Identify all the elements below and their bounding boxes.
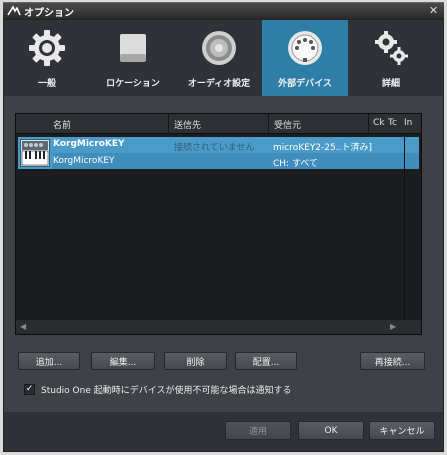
- tab-advanced[interactable]: 詳細: [348, 20, 434, 96]
- keyboard-icon: [20, 139, 50, 167]
- speaker-icon: [197, 26, 241, 70]
- device-model: KorgMicroKEY: [53, 156, 115, 166]
- dialog-footer: 適用 OK キャンセル: [4, 412, 443, 451]
- device-receive-channel: CH: すべて: [273, 159, 318, 169]
- midi-port-icon: [283, 26, 327, 70]
- notify-checkbox-label[interactable]: Studio One 起動時にデバイスが使用不可能な場合は通知する: [41, 383, 291, 396]
- gears-icon: [369, 26, 413, 70]
- placement-button[interactable]: 配置...: [235, 352, 297, 370]
- panel-gap: [4, 96, 443, 112]
- add-button[interactable]: 追加...: [18, 352, 80, 370]
- device-send-port: 接続されていません: [174, 143, 255, 153]
- tab-audio-setup-label: オーディオ設定: [187, 79, 251, 89]
- column-divider[interactable]: [168, 114, 169, 134]
- device-table: 名前 送信先 受信元 Ck Tc In KorgMicroKEY KorgMic…: [15, 113, 422, 335]
- options-frame: 一般 ロケーション オーディオ設定 外部デバイス 詳細 名前 送信先 受信元 C…: [3, 19, 444, 452]
- table-row[interactable]: KorgMicroKEY KorgMicroKEY 接続されていません micr…: [18, 137, 419, 169]
- device-name: KorgMicroKEY: [53, 139, 125, 149]
- tab-bar: 一般 ロケーション オーディオ設定 外部デバイス 詳細: [4, 20, 443, 96]
- options-window: オプション ✕ 一般 ロケーション オーディオ設定 外部デバイス 詳細 名前 送…: [0, 0, 447, 455]
- column-header-receive[interactable]: 受信元: [274, 118, 301, 131]
- column-divider[interactable]: [268, 114, 269, 134]
- column-header-ck[interactable]: Ck: [373, 118, 385, 128]
- ok-button[interactable]: OK: [298, 421, 364, 440]
- tab-locations-label: ロケーション: [106, 79, 160, 89]
- column-header-tc[interactable]: Tc: [388, 118, 397, 128]
- column-divider[interactable]: [368, 114, 369, 134]
- gear-icon: [25, 26, 69, 70]
- delete-button[interactable]: 削除: [164, 352, 227, 370]
- tab-general-label: 一般: [37, 79, 56, 89]
- apply-button[interactable]: 適用: [225, 421, 291, 440]
- drive-icon: [111, 26, 155, 70]
- scroll-right-icon[interactable]: ▶: [390, 322, 396, 331]
- tab-advanced-label: 詳細: [381, 79, 400, 89]
- scroll-divider: [404, 134, 405, 320]
- tab-external-devices-label: 外部デバイス: [278, 79, 332, 89]
- cancel-button[interactable]: キャンセル: [369, 421, 435, 440]
- table-header: 名前 送信先 受信元 Ck Tc In: [16, 114, 421, 134]
- column-header-send[interactable]: 送信先: [174, 118, 201, 131]
- edit-button[interactable]: 編集...: [91, 352, 155, 370]
- studio-one-icon: [7, 5, 21, 17]
- column-header-in[interactable]: In: [404, 118, 412, 128]
- notify-option: ✓ Studio One 起動時にデバイスが使用不可能な場合は通知する: [24, 382, 291, 396]
- tab-external-devices[interactable]: 外部デバイス: [262, 20, 348, 96]
- tab-general[interactable]: 一般: [4, 20, 90, 96]
- reconnect-button[interactable]: 再接続...: [360, 352, 425, 370]
- horizontal-scrollbar[interactable]: ◀ ▶: [16, 320, 421, 334]
- title-bar[interactable]: オプション ✕: [3, 2, 444, 19]
- notify-checkbox[interactable]: ✓: [24, 383, 35, 395]
- device-receive-port: microKEY2-25..ト済み]: [273, 143, 372, 153]
- tab-audio-setup[interactable]: オーディオ設定: [176, 20, 262, 96]
- column-header-name[interactable]: 名前: [53, 118, 71, 131]
- tab-locations[interactable]: ロケーション: [90, 20, 176, 96]
- scroll-left-icon[interactable]: ◀: [20, 322, 26, 331]
- window-title: オプション: [24, 7, 74, 19]
- close-icon[interactable]: ✕: [427, 5, 440, 17]
